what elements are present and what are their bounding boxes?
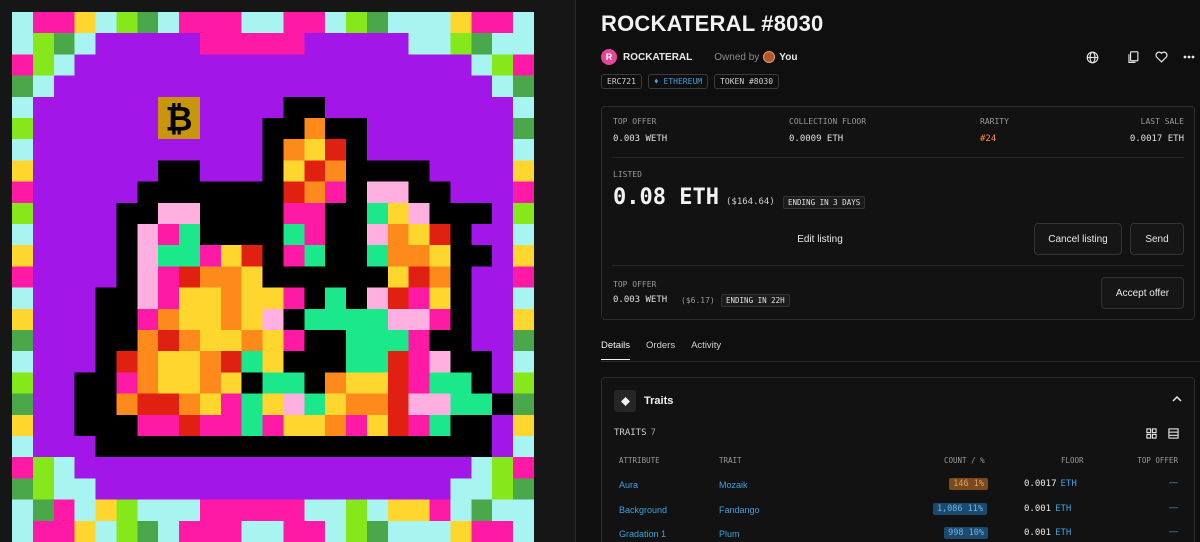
trait-floor-value: 0.0017 bbox=[1024, 479, 1057, 489]
listed-price: 0.08 ETH bbox=[613, 185, 719, 210]
trait-top-offer[interactable]: — bbox=[1169, 526, 1178, 536]
traits-count: 7 bbox=[650, 428, 656, 438]
tab-activity[interactable]: Activity bbox=[691, 340, 721, 360]
collection-owner-row: R ROCKATERAL Owned by You bbox=[601, 48, 797, 66]
nft-title: ROCKATERAL #8030 bbox=[601, 11, 824, 36]
more-icon[interactable] bbox=[1180, 48, 1198, 66]
traits-count-label: TRAITS 7 bbox=[614, 428, 656, 438]
traits-title[interactable]: Traits bbox=[644, 395, 673, 407]
offer-divider bbox=[612, 265, 1184, 266]
trait-floor: 0.0017 ETH bbox=[1024, 479, 1077, 489]
chevron-up-icon[interactable] bbox=[1172, 394, 1182, 405]
collection-logo-icon[interactable]: R bbox=[601, 49, 617, 65]
tab-details[interactable]: Details bbox=[601, 340, 631, 360]
trait-count-pill: 1,086 11% bbox=[932, 503, 987, 515]
header-floor[interactable]: FLOOR bbox=[1061, 456, 1084, 465]
trait-count-pill: 998 10% bbox=[944, 527, 988, 539]
listed-usd-price: ($164.64) bbox=[726, 197, 775, 207]
trait-attribute[interactable]: Background bbox=[619, 505, 667, 515]
table-row[interactable]: Background Fandango 1,086 11% 0.001 ETH — bbox=[602, 499, 1196, 523]
trait-top-offer[interactable]: — bbox=[1169, 477, 1178, 487]
trait-value[interactable]: Mozaik bbox=[719, 480, 748, 490]
header-attribute[interactable]: ATTRIBUTE bbox=[619, 456, 660, 465]
copy-icon[interactable] bbox=[1124, 48, 1142, 66]
header-count[interactable]: COUNT / % bbox=[944, 456, 985, 465]
trait-value[interactable]: Fandango bbox=[719, 505, 760, 515]
owner-avatar[interactable] bbox=[763, 51, 776, 63]
trait-attribute[interactable]: Aura bbox=[619, 480, 638, 490]
offer-ending-badge: ENDING IN 22H bbox=[721, 294, 790, 307]
trait-top-offer[interactable]: — bbox=[1169, 502, 1178, 512]
header-top-offer[interactable]: TOP OFFER bbox=[1137, 456, 1178, 465]
rarity-value[interactable]: #24 bbox=[980, 134, 996, 144]
table-row[interactable]: Aura Mozaik 146 1% 0.0017 ETH — bbox=[602, 474, 1196, 498]
stats-divider bbox=[612, 157, 1184, 158]
last-sale-value: 0.0017 ETH bbox=[1129, 134, 1184, 144]
cancel-listing-button[interactable]: Cancel listing bbox=[1034, 223, 1122, 255]
detail-tabs: Details Orders Activity bbox=[601, 340, 721, 360]
trait-floor-unit[interactable]: ETH bbox=[1061, 479, 1077, 489]
last-sale-label: LAST SALE bbox=[1140, 117, 1184, 126]
chain-badge[interactable]: ♦ ETHEREUM bbox=[647, 74, 709, 89]
tabs-underline bbox=[601, 361, 1200, 362]
traits-panel: Traits TRAITS 7 ATTRIBUTE TRAIT COUNT / %… bbox=[601, 377, 1195, 542]
table-view-icon[interactable] bbox=[1165, 425, 1181, 441]
media-panel: ₿ bbox=[0, 0, 575, 542]
trait-floor-unit[interactable]: ETH bbox=[1055, 528, 1071, 538]
collection-link[interactable]: ROCKATERAL bbox=[623, 52, 692, 63]
table-row[interactable]: Gradation 1 Plum 998 10% 0.001 ETH — bbox=[602, 523, 1196, 542]
traits-icon bbox=[614, 390, 636, 412]
trait-floor-value: 0.001 bbox=[1024, 528, 1052, 538]
trait-attribute[interactable]: Gradation 1 bbox=[619, 529, 666, 539]
trait-floor: 0.001 ETH bbox=[1024, 528, 1071, 538]
collection-floor-value: 0.0009 ETH bbox=[789, 134, 844, 144]
listing-ending-badge: ENDING IN 3 DAYS bbox=[783, 196, 866, 209]
collection-floor-label: COLLECTION FLOOR bbox=[789, 117, 867, 126]
listed-label: LISTED bbox=[613, 170, 642, 179]
token-badges: ERC721 ♦ ETHEREUM TOKEN #8030 bbox=[601, 74, 780, 89]
send-button[interactable]: Send bbox=[1130, 223, 1184, 255]
panel-divider bbox=[575, 0, 576, 542]
grid-view-icon[interactable] bbox=[1143, 425, 1159, 441]
trait-floor-unit[interactable]: ETH bbox=[1055, 504, 1071, 514]
edit-listing-button[interactable]: Edit listing bbox=[613, 224, 1027, 254]
heart-icon[interactable] bbox=[1152, 48, 1170, 66]
accept-offer-button[interactable]: Accept offer bbox=[1101, 277, 1184, 309]
traits-count-text: TRAITS bbox=[614, 428, 647, 438]
standard-badge: ERC721 bbox=[601, 74, 642, 89]
offer-usd-value: ($6.17) bbox=[681, 296, 715, 305]
trait-count-pill: 146 1% bbox=[949, 478, 988, 490]
nft-artwork-image[interactable]: ₿ bbox=[12, 12, 534, 542]
owned-by-label: Owned by bbox=[714, 51, 760, 63]
listing-panel: TOP OFFER 0.003 WETH COLLECTION FLOOR 0.… bbox=[601, 106, 1195, 320]
token-id-badge: TOKEN #8030 bbox=[714, 74, 780, 89]
globe-icon[interactable] bbox=[1083, 48, 1101, 66]
coin-symbol-icon: ₿ bbox=[165, 99, 192, 138]
trait-floor-value: 0.001 bbox=[1024, 504, 1052, 514]
top-offer-value: 0.003 WETH bbox=[613, 134, 668, 144]
header-trait[interactable]: TRAIT bbox=[719, 456, 742, 465]
top-offer-label: TOP OFFER bbox=[613, 117, 657, 126]
trait-value[interactable]: Plum bbox=[719, 529, 740, 539]
trait-floor: 0.001 ETH bbox=[1024, 504, 1071, 514]
offer-label: TOP OFFER bbox=[613, 280, 657, 289]
offer-value: 0.003 WETH bbox=[613, 295, 668, 305]
rarity-label: RARITY bbox=[980, 117, 1009, 126]
owner-link[interactable]: You bbox=[779, 52, 797, 63]
tab-orders[interactable]: Orders bbox=[646, 340, 675, 360]
